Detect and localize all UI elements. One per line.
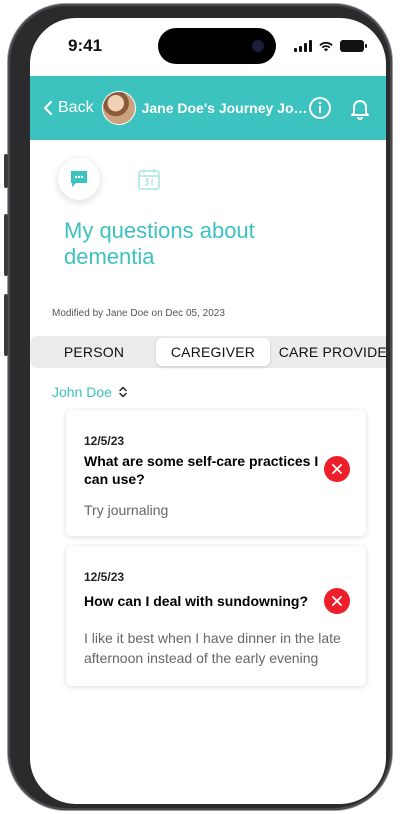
cellular-signal-icon bbox=[294, 40, 312, 52]
question-date: 12/5/23 bbox=[84, 570, 125, 584]
dynamic-island bbox=[158, 28, 276, 64]
mute-switch bbox=[4, 154, 8, 188]
person-selector[interactable]: John Doe bbox=[52, 384, 128, 400]
back-button[interactable]: Back bbox=[42, 99, 94, 117]
volume-up-button bbox=[4, 214, 8, 276]
chat-icon bbox=[71, 171, 87, 187]
calendar-mode-button[interactable] bbox=[128, 158, 170, 200]
answer-text: Try journaling bbox=[84, 502, 169, 518]
question-date: 12/5/23 bbox=[84, 434, 125, 448]
chevron-up-down-icon bbox=[119, 386, 127, 398]
calendar-icon bbox=[138, 169, 160, 190]
header-bar: Back Jane Doe's Journey Jour... bbox=[30, 76, 386, 140]
tab-care-provider[interactable]: CARE PROVIDER bbox=[270, 338, 386, 366]
camera-icon bbox=[252, 40, 264, 52]
close-icon bbox=[332, 596, 342, 606]
chevron-left-icon bbox=[43, 100, 53, 116]
delete-question-button[interactable] bbox=[324, 588, 350, 614]
bell-icon[interactable] bbox=[348, 96, 372, 120]
info-icon[interactable] bbox=[308, 96, 332, 120]
person-selector-value: John Doe bbox=[52, 384, 112, 400]
delete-question-button[interactable] bbox=[324, 456, 350, 482]
question-text: What are some self-care practices I can … bbox=[84, 453, 319, 487]
page-title: My questions about dementia bbox=[64, 218, 255, 269]
modified-info: Modified by Jane Doe on Dec 05, 2023 bbox=[52, 308, 225, 319]
status-icons bbox=[294, 40, 367, 52]
mode-switcher bbox=[58, 158, 170, 200]
phone-frame: 9:41 Back Jane Doe's Journey Jour... My … bbox=[4, 4, 392, 810]
question-card[interactable]: 12/5/23 What are some self-care practice… bbox=[66, 410, 366, 536]
tab-caregiver[interactable]: CAREGIVER bbox=[156, 338, 270, 366]
answer-text: I like it best when I have dinner in the… bbox=[84, 630, 341, 666]
journal-title: Jane Doe's Journey Jour... bbox=[141, 100, 312, 116]
screen: 9:41 Back Jane Doe's Journey Jour... My … bbox=[30, 18, 386, 804]
back-label: Back bbox=[58, 99, 94, 116]
tab-person[interactable]: PERSON bbox=[32, 338, 156, 366]
avatar[interactable] bbox=[101, 91, 136, 125]
status-time: 9:41 bbox=[68, 36, 103, 55]
status-bar: 9:41 bbox=[30, 18, 386, 76]
question-text: How can I deal with sundowning? bbox=[84, 593, 308, 609]
close-icon bbox=[332, 464, 342, 474]
role-tabs: PERSON CAREGIVER CARE PROVIDER bbox=[30, 336, 386, 368]
volume-down-button bbox=[4, 294, 8, 356]
questions-mode-button[interactable] bbox=[58, 158, 100, 200]
question-card[interactable]: 12/5/23 How can I deal with sundowning? … bbox=[66, 546, 366, 686]
wifi-icon bbox=[319, 41, 333, 52]
battery-icon bbox=[340, 40, 367, 52]
